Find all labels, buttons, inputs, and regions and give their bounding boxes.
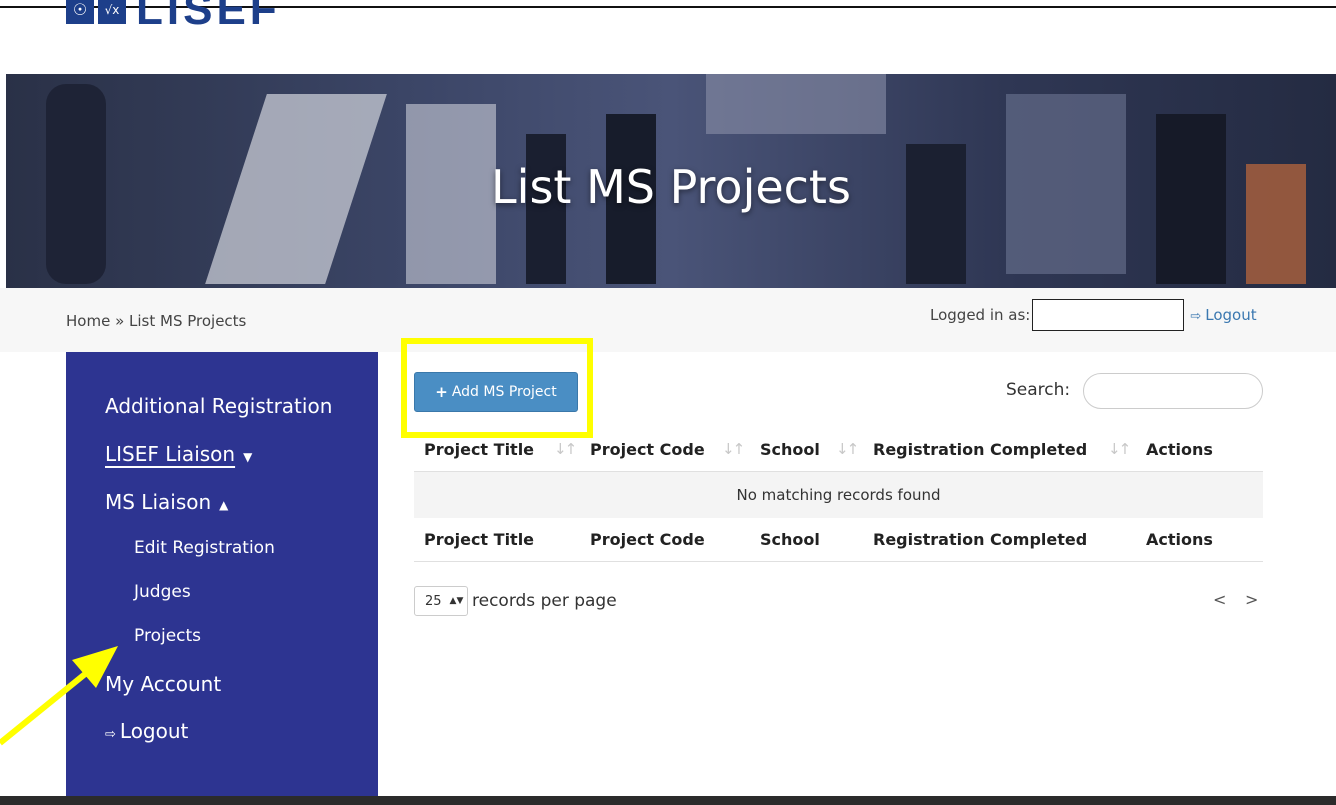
username-box (1032, 299, 1185, 331)
table-footer: Project Title Project Code School Regist… (414, 518, 1263, 562)
sidebar-item-lisef-liaison[interactable]: LISEF Liaison ▼ (105, 442, 252, 466)
logout-label: Logout (1205, 306, 1257, 324)
page-size-select[interactable]: 25 ▲▼ (414, 586, 468, 616)
sidebar-item-label: Edit Registration (134, 538, 275, 558)
records-per-page-label: records per page (472, 591, 617, 611)
sidebar-item-label: Projects (134, 626, 202, 646)
column-footer-project-title: Project Title (424, 530, 535, 549)
search-label: Search: (1006, 380, 1071, 400)
sidebar-item-label: Additional Registration (105, 394, 333, 418)
page-title: List MS Projects (491, 160, 851, 214)
empty-table-message: No matching records found (414, 472, 1263, 518)
column-header-actions: Actions (1146, 440, 1213, 459)
column-footer-school: School (760, 530, 820, 549)
header-logout-link[interactable]: ⇨ Logout (1190, 306, 1256, 324)
logged-in-label: Logged in as: (930, 306, 1031, 324)
column-header-school[interactable]: School (760, 440, 820, 459)
sort-icon[interactable]: ↓↑ (554, 440, 577, 458)
sidebar-item-edit-registration[interactable]: Edit Registration (134, 538, 275, 558)
login-status: Logged in as: ⇨ Logout (930, 298, 1257, 332)
search-input[interactable] (1083, 373, 1263, 409)
sidebar-item-projects[interactable]: Projects (134, 626, 201, 646)
page-length-control: 25 ▲▼ records per page (414, 586, 617, 616)
select-arrows-icon: ▲▼ (449, 596, 464, 606)
breadcrumb: Home » List MS Projects (66, 312, 247, 330)
sidebar-item-additional-registration[interactable]: Additional Registration (105, 394, 332, 418)
logo-text: LISEF (136, 0, 281, 34)
caret-up-icon: ▲ (219, 498, 229, 512)
breadcrumb-bar: Home » List MS Projects Logged in as: ⇨ L… (0, 288, 1336, 352)
site-logo[interactable]: ☉ √x LISEF (66, 0, 281, 32)
sort-icon[interactable]: ↓↑ (722, 440, 745, 458)
sidebar-item-label: Judges (134, 582, 191, 602)
column-footer-project-code: Project Code (590, 530, 705, 549)
column-footer-actions: Actions (1146, 530, 1213, 549)
projects-table: Project Title ↓↑ Project Code ↓↑ School … (414, 428, 1263, 562)
annotation-highlight-box (401, 338, 593, 438)
column-header-project-code[interactable]: Project Code (590, 440, 705, 459)
hero-banner: List MS Projects (6, 74, 1336, 288)
previous-page-button[interactable]: < (1213, 590, 1226, 609)
column-header-registration-completed[interactable]: Registration Completed (873, 440, 1087, 459)
sidebar-item-judges[interactable]: Judges (134, 582, 191, 602)
caret-down-icon: ▼ (243, 450, 253, 464)
site-header: ☉ √x LISEF (0, 0, 1336, 74)
sidebar-item-label: MS Liaison (105, 490, 212, 514)
table-header: Project Title ↓↑ Project Code ↓↑ School … (414, 428, 1263, 472)
sort-icon[interactable]: ↓↑ (1108, 440, 1131, 458)
globe-icon: ☉ (66, 0, 94, 24)
column-footer-registration-completed: Registration Completed (873, 530, 1088, 549)
page-size-value: 25 (425, 593, 442, 609)
annotation-arrow-icon (0, 646, 118, 746)
sidebar-item-label: LISEF Liaison (105, 442, 236, 466)
sort-icon[interactable]: ↓↑ (836, 440, 859, 458)
next-page-button[interactable]: > (1245, 590, 1258, 609)
footer-bar (0, 796, 1336, 805)
column-header-project-title[interactable]: Project Title (424, 440, 534, 459)
sign-out-icon: ⇨ (1190, 309, 1202, 324)
sqrt-icon: √x (98, 0, 126, 24)
sidebar-item-ms-liaison[interactable]: MS Liaison ▲ (105, 490, 228, 514)
